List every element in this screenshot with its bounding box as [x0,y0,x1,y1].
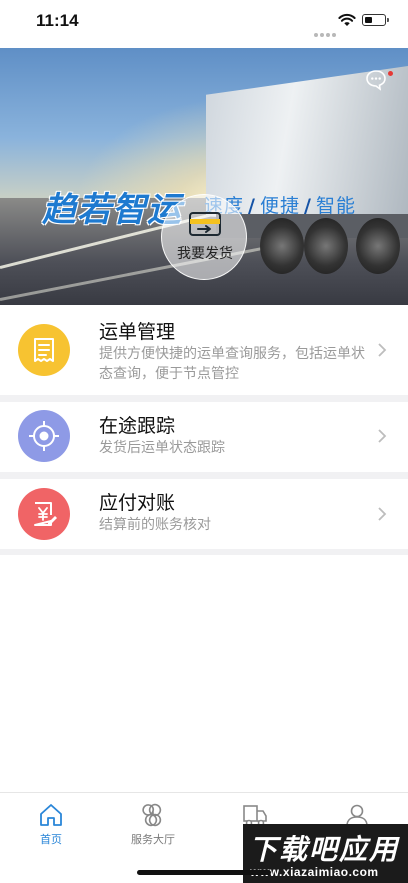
menu-title: 运单管理 [99,321,176,343]
grid-icon [142,803,162,827]
chevron-right-icon [378,429,387,443]
tab-service-hall[interactable]: 服务大厅 [102,793,204,853]
wifi-icon [338,13,356,26]
message-icon[interactable] [364,68,388,92]
signal-icon [314,22,338,41]
menu-description: 发货后运单状态跟踪 [99,440,225,456]
menu-description: 结算前的账务核对 [99,517,211,533]
menu-title: 在途跟踪 [99,415,176,437]
status-bar: 11:14 [0,0,408,48]
ship-goods-button[interactable]: 我要发货 [161,194,247,280]
receipt-icon [18,324,70,376]
menu-item-in-transit-tracking[interactable]: 在途跟踪 发货后运单状态跟踪 [0,402,408,472]
chevron-right-icon [378,343,387,357]
target-icon [18,410,70,462]
menu-title: 应付对账 [99,492,176,514]
menu-item-payables-reconciliation[interactable]: 应付对账 结算前的账务核对 [0,479,408,549]
tab-label: 首页 [40,833,62,846]
status-time: 11:14 [36,11,79,30]
menu-description: 提供方便快捷的运单查询服务，包括运单状态查询，便于节点管控 [99,346,365,382]
slogan-convenience: 便捷 [259,195,300,217]
tab-label: 服务大厅 [131,833,175,846]
slogan-smart: 智能 [315,195,356,217]
unread-badge [388,71,393,76]
divider [0,549,408,555]
brand-logo: 趋若智运 [42,190,182,230]
chevron-right-icon [378,507,387,521]
shipment-box-icon [189,212,221,236]
battery-icon [362,14,389,26]
home-icon [40,804,62,826]
tab-home[interactable]: 首页 [0,793,102,853]
divider [0,472,408,479]
divider [0,395,408,402]
yen-invoice-icon [18,488,70,540]
watermark-title: 下载吧应用 [249,833,400,866]
ship-goods-label: 我要发货 [177,246,233,262]
home-indicator[interactable] [137,870,271,875]
menu-item-waybill-management[interactable]: 运单管理 提供方便快捷的运单查询服务，包括运单状态查询，便于节点管控 [0,305,408,395]
